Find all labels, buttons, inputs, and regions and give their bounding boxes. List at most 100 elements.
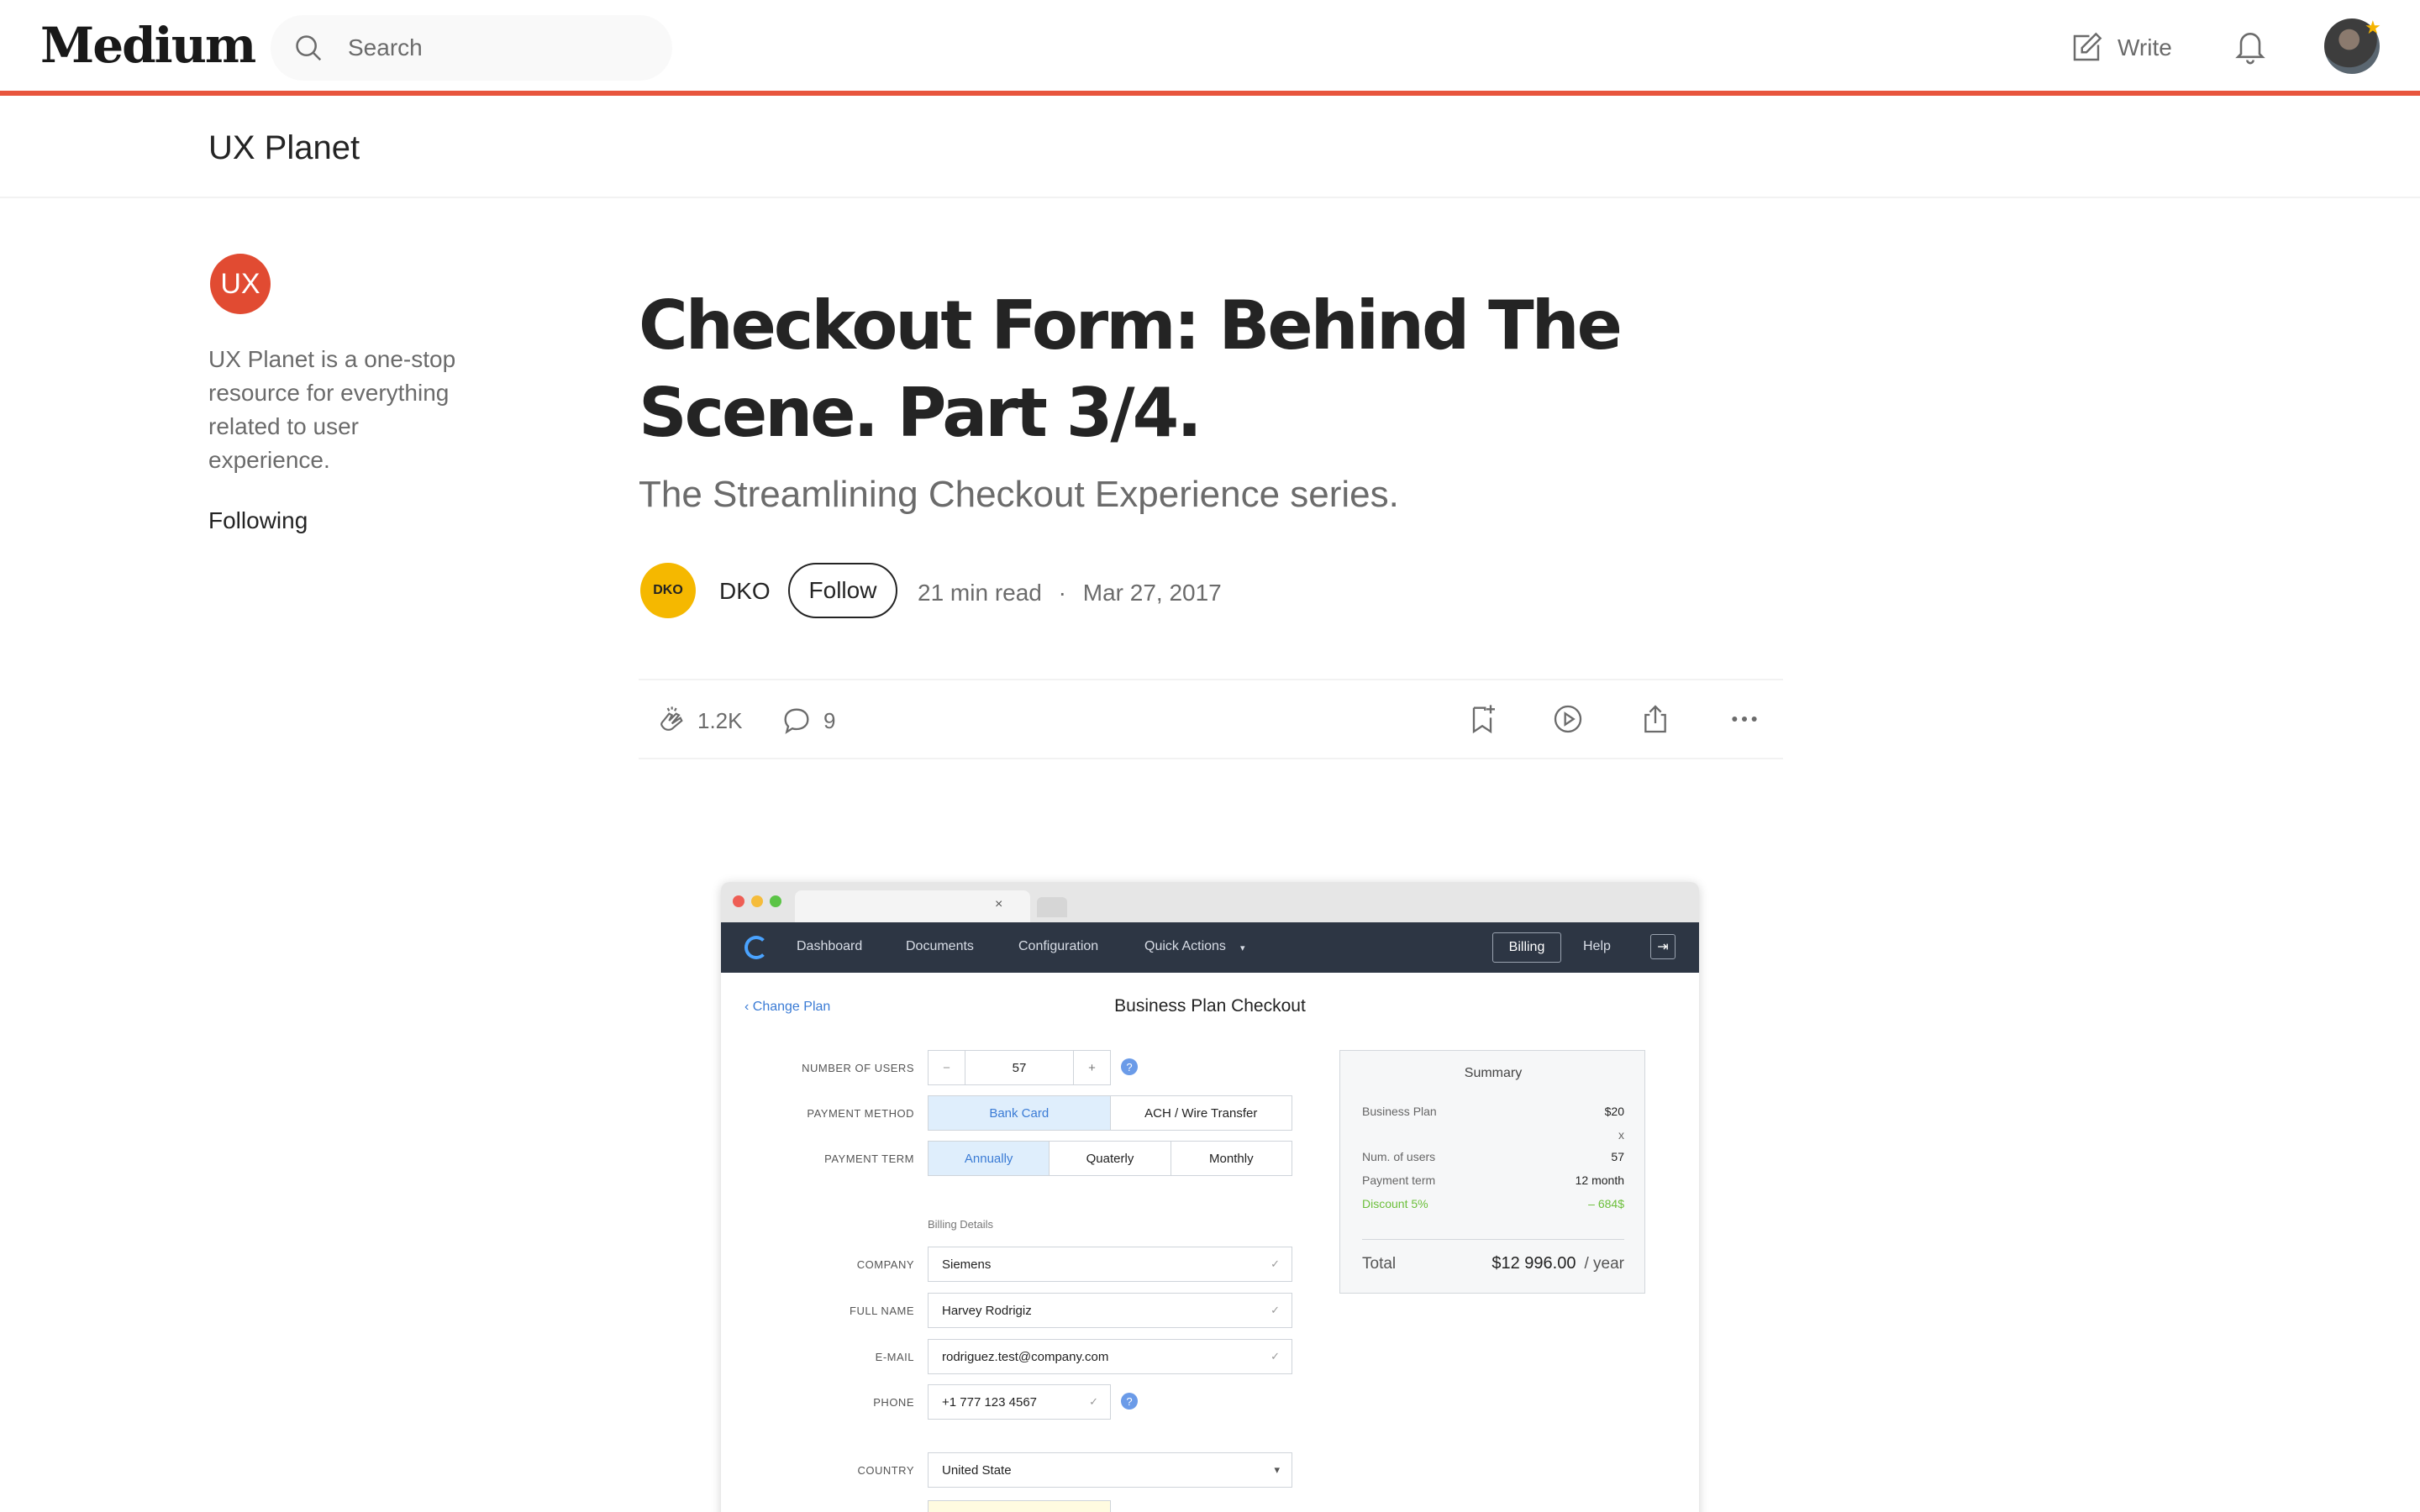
save-button[interactable] bbox=[1465, 702, 1499, 736]
article-action-bar: 1.2K 9 bbox=[639, 679, 1783, 759]
following-button[interactable]: Following bbox=[208, 507, 308, 534]
term-value: 12 month bbox=[1575, 1173, 1624, 1187]
publication-name[interactable]: UX Planet bbox=[208, 129, 360, 167]
check-icon: ✓ bbox=[1270, 1257, 1280, 1270]
nav-documents: Documents bbox=[906, 939, 974, 953]
nav-billing: Billing bbox=[1492, 932, 1561, 963]
summary-times-row: x bbox=[1362, 1128, 1624, 1142]
phone-value: +1 777 123 4567 bbox=[942, 1394, 1038, 1410]
payment-ach: ACH / Wire Transfer bbox=[1144, 1105, 1258, 1121]
article-title: Checkout Form: Behind The Scene. Part 3/… bbox=[639, 286, 1623, 452]
label-email: E-MAIL bbox=[875, 1351, 914, 1363]
label-full-name: FULL NAME bbox=[850, 1305, 914, 1317]
nav-dashboard: Dashboard bbox=[797, 939, 863, 953]
term-monthly: Monthly bbox=[1209, 1151, 1254, 1166]
notifications-bell-icon[interactable] bbox=[2232, 25, 2269, 67]
medium-logo[interactable]: Medium bbox=[40, 17, 256, 74]
checkout-title: Business Plan Checkout bbox=[1114, 996, 1306, 1016]
membership-star-icon: ★ bbox=[2365, 17, 2381, 38]
country-value: United State bbox=[942, 1462, 1012, 1478]
phone-field: +1 777 123 4567 ✓ bbox=[928, 1384, 1111, 1420]
partial-field bbox=[928, 1500, 1111, 1512]
play-icon bbox=[1554, 705, 1582, 733]
search-input[interactable] bbox=[348, 27, 650, 69]
responses-button[interactable]: 9 bbox=[780, 704, 835, 738]
order-summary: Summary Business Plan $20 x Num. of user… bbox=[1339, 1050, 1645, 1294]
check-icon: ✓ bbox=[1270, 1304, 1280, 1316]
summary-total-row: Total $12 996.00 / year bbox=[1362, 1254, 1624, 1273]
publish-date: Mar 27, 2017 bbox=[1082, 580, 1222, 606]
publication-bar: UX Planet bbox=[0, 101, 2420, 198]
term-quarterly: Quaterly bbox=[1050, 1142, 1171, 1175]
users-value: 57 bbox=[1012, 1060, 1027, 1075]
country-select: United State ▾ bbox=[928, 1452, 1292, 1488]
caret-down-icon: ▾ bbox=[1240, 943, 1245, 953]
app-logo-icon bbox=[744, 936, 768, 959]
check-icon: ✓ bbox=[1270, 1350, 1280, 1362]
summary-plan-row: Business Plan $20 bbox=[1362, 1105, 1624, 1118]
payment-method-toggle: Bank Card ACH / Wire Transfer bbox=[928, 1095, 1292, 1131]
users-stepper: − 57 + bbox=[928, 1050, 1111, 1085]
full-name-field: Harvey Rodrigiz ✓ bbox=[928, 1293, 1292, 1328]
full-name-value: Harvey Rodrigiz bbox=[942, 1303, 1032, 1318]
app-navbar: Dashboard Documents Configuration Quick … bbox=[721, 922, 1699, 973]
users-minus: − bbox=[929, 1051, 965, 1084]
users-plus: + bbox=[1073, 1051, 1110, 1084]
author-avatar[interactable]: DKO bbox=[640, 563, 696, 618]
label-phone: PHONE bbox=[873, 1396, 914, 1409]
write-button[interactable]: Write bbox=[2069, 29, 2172, 67]
company-select: Siemens ✓ bbox=[928, 1247, 1292, 1282]
discount-label: Discount 5% bbox=[1362, 1197, 1428, 1210]
summary-users-row: Num. of users 57 bbox=[1362, 1150, 1624, 1163]
share-button[interactable] bbox=[1639, 702, 1672, 736]
plan-label: Business Plan bbox=[1362, 1105, 1437, 1118]
term-annually: Annually bbox=[929, 1142, 1050, 1175]
browser-chrome: × bbox=[721, 882, 1699, 922]
search-box[interactable] bbox=[271, 15, 672, 81]
label-company: COMPANY bbox=[856, 1258, 914, 1271]
discount-value: – 684$ bbox=[1588, 1197, 1624, 1210]
author-name[interactable]: DKO bbox=[719, 578, 771, 605]
logout-icon: ⇥ bbox=[1650, 934, 1676, 959]
company-value: Siemens bbox=[942, 1257, 992, 1272]
label-users: NUMBER OF USERS bbox=[802, 1062, 914, 1074]
summary-title: Summary bbox=[1464, 1066, 1523, 1080]
plan-price: $20 bbox=[1604, 1105, 1624, 1118]
nav-help: Help bbox=[1583, 939, 1611, 953]
write-icon bbox=[2073, 32, 2102, 61]
clap-button[interactable]: 1.2K bbox=[654, 704, 743, 738]
users-label: Num. of users bbox=[1362, 1150, 1436, 1163]
summary-term-row: Payment term 12 month bbox=[1362, 1173, 1624, 1187]
total-value: $12 996.00 bbox=[1491, 1254, 1576, 1273]
more-icon bbox=[1732, 717, 1757, 722]
help-icon: ? bbox=[1121, 1393, 1138, 1410]
write-label: Write bbox=[2118, 34, 2172, 60]
top-navigation: Medium Write ★ bbox=[0, 0, 2420, 96]
help-icon: ? bbox=[1121, 1058, 1138, 1075]
read-time: 21 min read bbox=[918, 580, 1042, 606]
article-image-checkout-form: × Dashboard Documents Configuration Quic… bbox=[721, 882, 1699, 1512]
more-options-button[interactable] bbox=[1728, 702, 1761, 736]
new-tab bbox=[1037, 897, 1067, 917]
response-count: 9 bbox=[823, 707, 836, 733]
listen-button[interactable] bbox=[1551, 702, 1585, 736]
window-maximize-dot bbox=[770, 895, 781, 907]
payment-term-toggle: Annually Quaterly Monthly bbox=[928, 1141, 1292, 1176]
email-field: rodriguez.test@company.com ✓ bbox=[928, 1339, 1292, 1374]
tab-close-icon: × bbox=[995, 897, 1003, 911]
email-value: rodriguez.test@company.com bbox=[942, 1349, 1109, 1364]
window-minimize-dot bbox=[751, 895, 763, 907]
follow-button[interactable]: Follow bbox=[788, 563, 897, 618]
label-payment-term: PAYMENT TERM bbox=[824, 1152, 914, 1165]
publication-logo[interactable]: UX bbox=[210, 254, 271, 314]
share-icon bbox=[1644, 705, 1666, 733]
article-subtitle: The Streamlining Checkout Experience ser… bbox=[639, 474, 1399, 515]
users-count: 57 bbox=[1611, 1150, 1624, 1163]
clap-count: 1.2K bbox=[697, 707, 743, 733]
total-period: / year bbox=[1584, 1255, 1624, 1273]
window-close-dot bbox=[733, 895, 744, 907]
total-label: Total bbox=[1362, 1255, 1397, 1273]
payment-bank-card: Bank Card bbox=[929, 1096, 1111, 1130]
comment-icon bbox=[784, 708, 809, 734]
summary-discount-row: Discount 5% – 684$ bbox=[1362, 1197, 1624, 1210]
